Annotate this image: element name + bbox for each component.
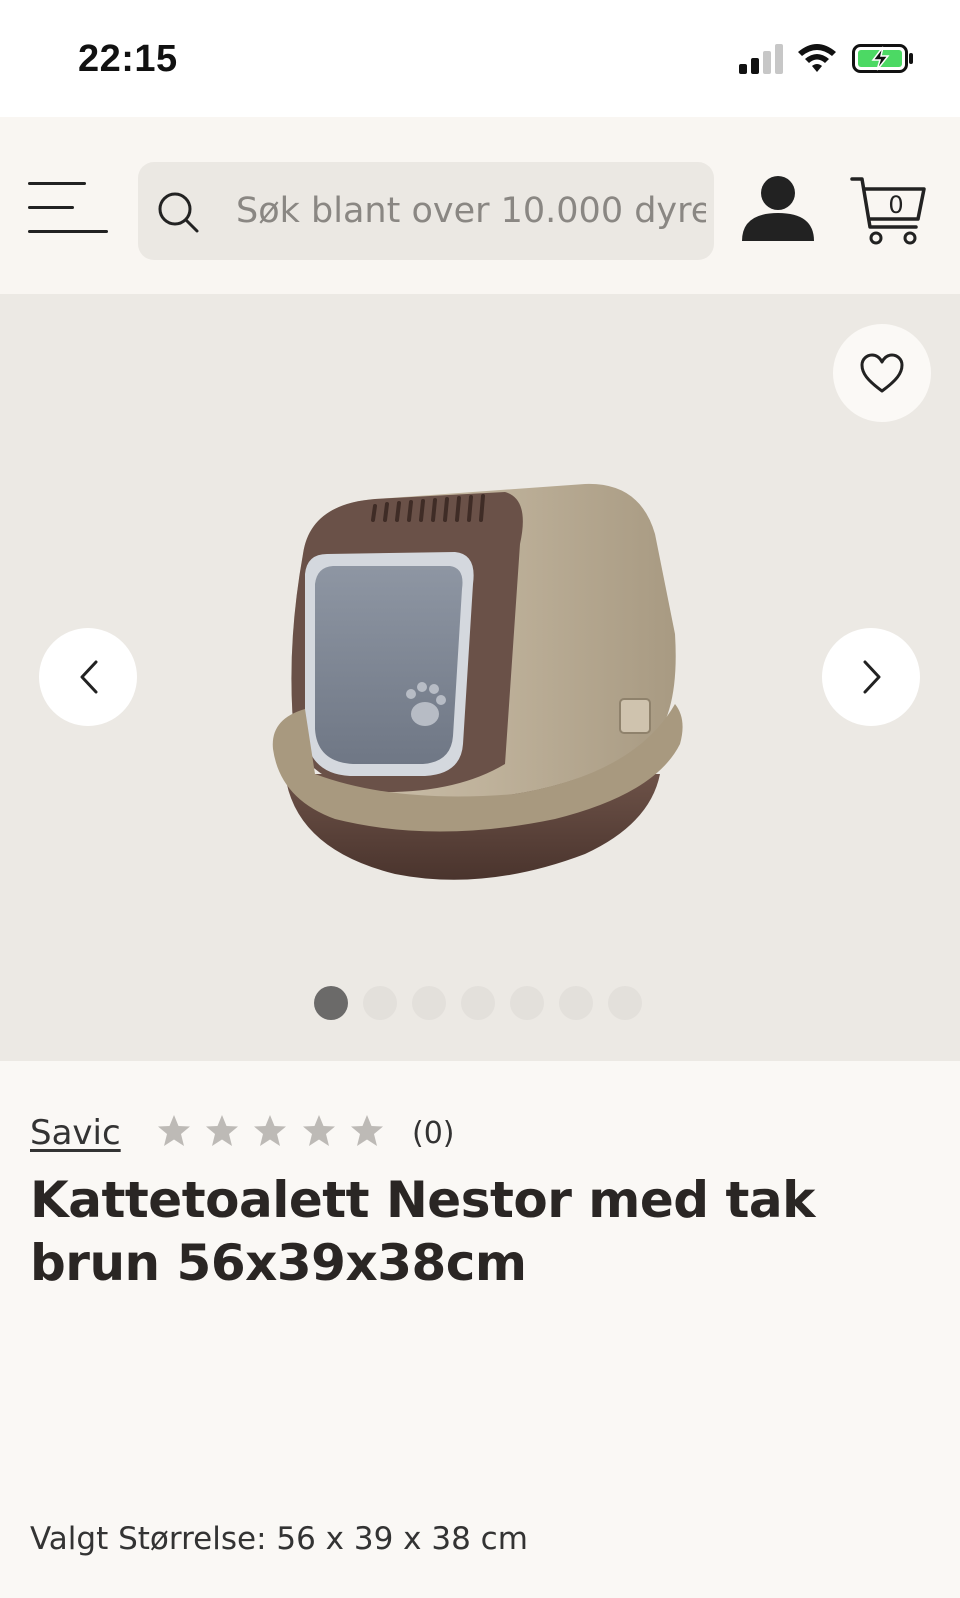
cellular-signal-icon [739,44,783,74]
gallery-dot-1[interactable] [314,986,348,1020]
gallery-dot-6[interactable] [559,986,593,1020]
star-icon [158,1115,190,1146]
product-title: Kattetoalett Nestor med tak brun 56x39x3… [30,1171,815,1292]
gallery-next-button[interactable] [822,628,920,726]
hamburger-menu-icon [28,182,86,185]
gallery-dot-3[interactable] [412,986,446,1020]
search-icon [158,192,199,233]
gallery-dot-2[interactable] [363,986,397,1020]
menu-button[interactable] [28,182,110,237]
cart-count-badge: 0 [888,191,904,219]
product-image [272,483,683,880]
product-gallery [0,294,960,1061]
chevron-right-icon [863,660,881,694]
favorite-button[interactable] [833,324,931,422]
heart-icon [860,353,904,393]
product-info: Savic (0) Kattetoalett Nestor med tak br… [0,1061,960,1598]
user-icon [742,176,814,241]
gallery-dot-5[interactable] [510,986,544,1020]
cart-button[interactable]: 0 [850,175,930,247]
status-time: 22:15 [78,38,178,80]
search-bar[interactable] [138,162,714,260]
battery-charging-icon [852,44,913,73]
hamburger-line [28,230,108,233]
hamburger-line [28,206,74,209]
search-input[interactable] [236,162,706,260]
gallery-dot-7[interactable] [608,986,642,1020]
star-icon [351,1115,383,1146]
wifi-icon [798,44,836,72]
site-header: 0 [0,117,960,294]
brand-link[interactable]: Savic [30,1113,121,1153]
gallery-prev-button[interactable] [39,628,137,726]
selected-size-label: Valgt Størrelse: 56 x 39 x 38 cm [30,1521,528,1557]
account-button[interactable] [740,173,816,243]
chevron-left-icon [80,660,98,694]
star-icon [303,1115,335,1146]
rating-count[interactable]: (0) [412,1116,455,1151]
gallery-dot-4[interactable] [461,986,495,1020]
star-icon [254,1115,286,1146]
status-bar: 22:15 [0,0,960,117]
star-icon [206,1115,238,1146]
